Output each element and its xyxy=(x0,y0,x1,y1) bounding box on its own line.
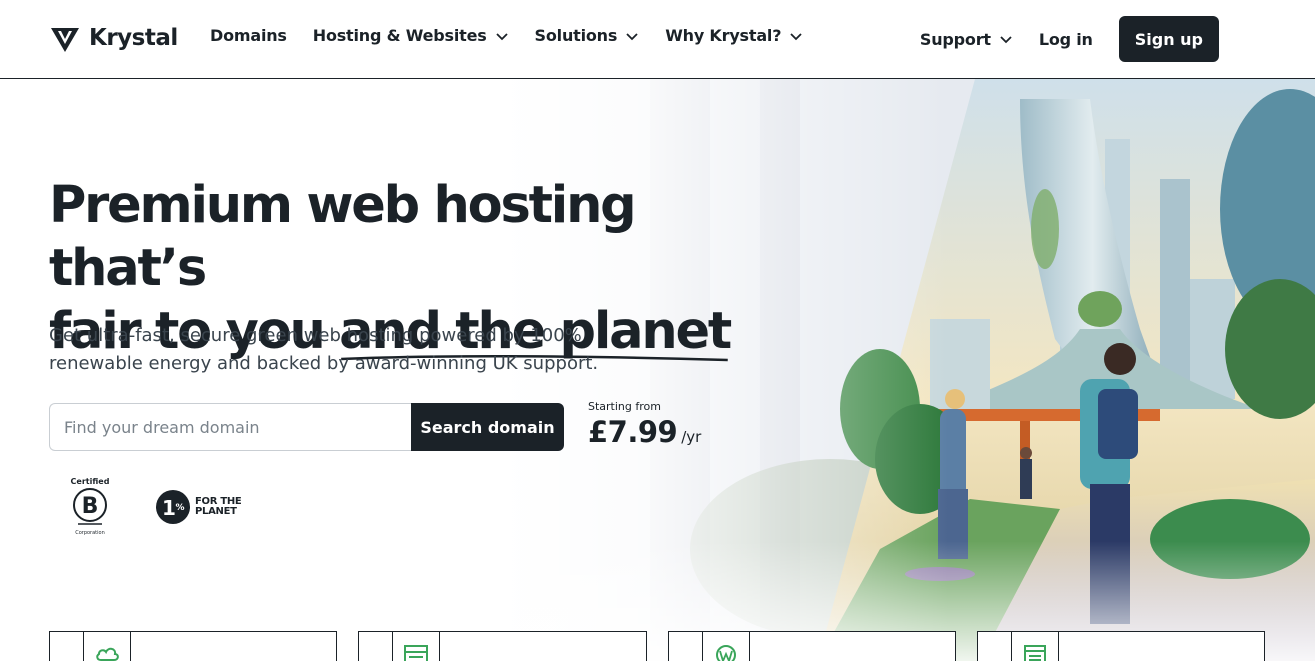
card-icon-cell xyxy=(1012,632,1059,661)
nav-why-label: Why Krystal? xyxy=(665,26,782,45)
nav-domains-label: Domains xyxy=(210,26,287,45)
card-icon-cell xyxy=(393,632,441,661)
one-percent-number: 1 xyxy=(162,496,176,520)
krystal-logo-icon xyxy=(51,28,79,52)
price-row: £7.99 /yr xyxy=(588,415,701,449)
card-spacer xyxy=(669,632,703,661)
nav-support-label: Support xyxy=(919,29,991,49)
brand-name: Krystal xyxy=(89,25,178,51)
price-unit: /yr xyxy=(681,428,702,446)
one-percent-line-1: FOR THE xyxy=(195,495,242,507)
site-header: Krystal Domains Hosting & Websites Solut… xyxy=(0,0,1315,79)
nav-why-krystal[interactable]: Why Krystal? xyxy=(665,26,803,45)
nav-hosting-label: Hosting & Websites xyxy=(312,26,487,45)
card-spacer xyxy=(978,632,1012,661)
wordpress-icon xyxy=(715,645,736,661)
chevron-down-icon xyxy=(1000,36,1012,44)
price-value: £7.99 xyxy=(588,415,678,449)
bcorp-certified: Certified xyxy=(70,477,110,486)
chevron-down-icon xyxy=(790,32,802,40)
product-card-cloud[interactable] xyxy=(49,631,338,661)
login-link[interactable]: Log in xyxy=(1039,30,1093,49)
card-icon-cell xyxy=(84,632,131,661)
card-spacer xyxy=(50,632,84,661)
one-percent-text: FOR THE PLANET xyxy=(195,495,242,517)
nav-solutions-label: Solutions xyxy=(534,26,618,45)
bcorp-badge: Certified B Corporation xyxy=(65,477,115,536)
card-spacer xyxy=(359,632,394,661)
product-card-wordpress[interactable] xyxy=(667,631,956,661)
signup-button[interactable]: Sign up xyxy=(1118,16,1219,62)
starting-price: Starting from £7.99 /yr xyxy=(588,400,701,449)
one-percent-line-2: PLANET xyxy=(195,505,237,517)
search-domain-button[interactable]: Search domain xyxy=(411,403,564,451)
product-card-server[interactable] xyxy=(358,631,647,661)
main-nav: Domains Hosting & Websites Solutions Why… xyxy=(210,26,803,45)
reseller-icon xyxy=(1023,645,1046,661)
account-nav: Support Log in Sign up xyxy=(920,16,1219,62)
one-percent-planet-badge: 1 % FOR THE PLANET xyxy=(155,489,242,525)
nav-hosting-websites[interactable]: Hosting & Websites xyxy=(313,26,509,45)
bcorp-corporation: Corporation xyxy=(75,530,105,536)
product-card-reseller[interactable] xyxy=(976,631,1265,661)
server-icon xyxy=(404,645,429,661)
price-label: Starting from xyxy=(588,400,661,413)
brand-logo[interactable]: Krystal xyxy=(49,22,178,54)
card-icon-cell xyxy=(703,632,750,661)
one-percent-symbol: % xyxy=(175,503,184,513)
certification-badges: Certified B Corporation 1 % FOR THE PLAN… xyxy=(65,477,242,536)
chevron-down-icon xyxy=(626,32,638,40)
domain-search-input[interactable] xyxy=(49,403,411,451)
cloud-icon xyxy=(96,647,119,661)
bcorp-logo-icon: B xyxy=(73,488,107,525)
one-percent-logo-icon: 1 % xyxy=(156,489,190,524)
hero-subtext: Get ultra-fast, secure green web hosting… xyxy=(49,325,599,374)
nav-solutions[interactable]: Solutions xyxy=(535,26,640,45)
nav-domains[interactable]: Domains xyxy=(210,26,287,45)
bcorp-letter: B xyxy=(82,494,99,519)
product-cards xyxy=(49,631,1265,661)
headline-line-1: Premium web hosting that’s xyxy=(49,176,637,298)
domain-search: Search domain xyxy=(49,403,564,451)
chevron-down-icon xyxy=(495,32,508,40)
nav-support[interactable]: Support xyxy=(920,30,1013,49)
